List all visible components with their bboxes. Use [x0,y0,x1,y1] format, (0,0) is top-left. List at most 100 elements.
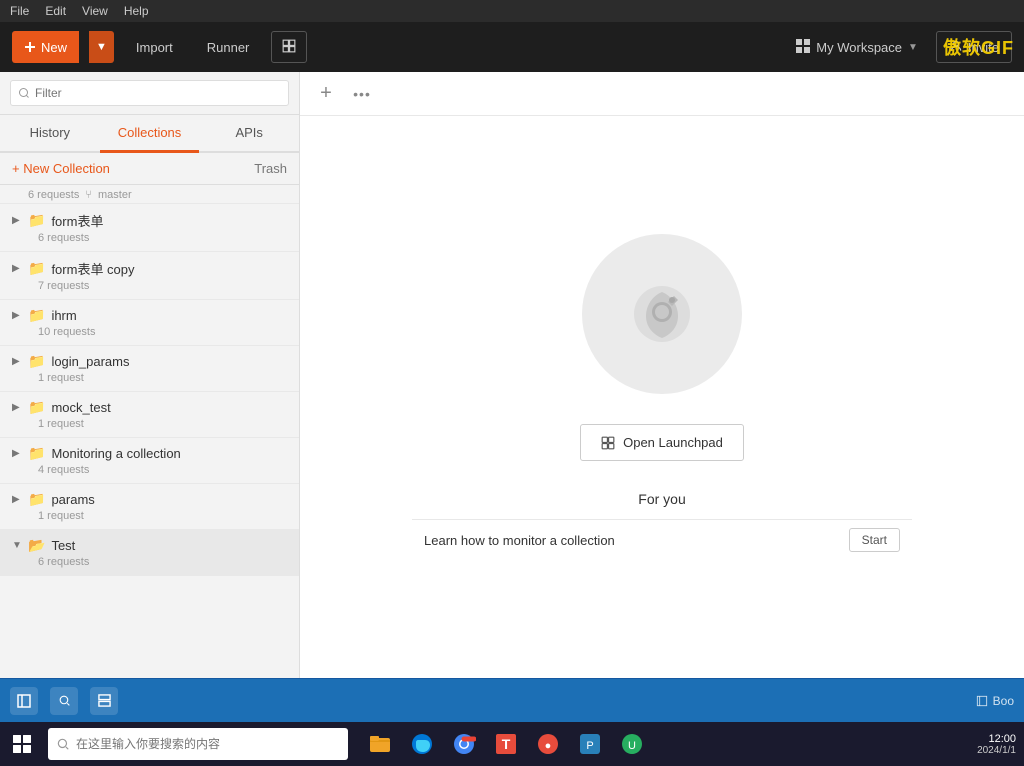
collection-header: ▼ 📂 Test [12,537,287,554]
start-button[interactable]: Start [849,528,900,552]
sidebar-actions: + New Collection Trash [0,153,299,185]
import-button[interactable]: Import [124,31,185,63]
layout-icon[interactable] [90,687,118,715]
svg-text:●: ● [545,740,552,752]
plus-icon [24,41,36,53]
menu-help[interactable]: Help [124,4,149,18]
collection-meta: 6 requests [38,232,287,244]
collection-header: ▶ 📁 form表单 copy [12,259,287,278]
search-toggle-icon[interactable] [50,687,78,715]
arrow-right-icon: ▶ [12,310,22,321]
collection-meta: 6 requests [38,556,287,568]
collection-name: Monitoring a collection [51,446,180,461]
tab-collections[interactable]: Collections [100,115,200,153]
list-item[interactable]: ▶ 📁 login_params 1 request [0,346,299,392]
collection-meta: 1 request [38,372,287,384]
branch-name: master [98,189,132,201]
arrow-right-icon: ▶ [12,402,22,413]
list-item[interactable]: ▶ 📁 Monitoring a collection 4 requests [0,438,299,484]
arrow-right-icon: ▶ [12,263,22,274]
list-item[interactable]: ▼ 📂 Test 6 requests [0,530,299,576]
list-item[interactable]: ▶ 📁 mock_test 1 request [0,392,299,438]
header-right: My Workspace ▼ Invite 傲软GIF [786,31,1012,63]
new-collection-button[interactable]: + New Collection [12,161,110,176]
sidebar-tabs: History Collections APIs [0,115,299,153]
new-button[interactable]: New [12,31,79,63]
menu-view[interactable]: View [82,4,108,18]
collection-name: ihrm [51,308,76,323]
windows-search-icon [56,737,70,751]
folder-icon: 📁 [28,491,45,508]
taskbar-icon-misc1[interactable]: ● [528,722,568,766]
list-item[interactable]: ▶ 📁 form表单 copy 7 requests [0,252,299,300]
open-launchpad-label: Open Launchpad [623,435,723,450]
branch-info-row: 6 requests ⑂ master [0,185,299,204]
taskbar-icons: T ● P U [360,722,652,766]
postman-mascot-icon [622,274,702,354]
workspace-name: My Workspace [816,40,902,55]
for-you-item-text: Learn how to monitor a collection [424,533,615,548]
sidebar-toggle-icon[interactable] [10,687,38,715]
taskbar-icon-edge[interactable] [402,722,442,766]
search-input[interactable] [10,80,289,106]
menu-bar: File Edit View Help [0,0,1024,22]
list-item[interactable]: ▶ 📁 params 1 request [0,484,299,530]
menu-file[interactable]: File [10,4,29,18]
system-tray: 12:00 2024/1/1 [977,733,1024,756]
win-date: 2024/1/1 [977,745,1016,756]
windows-search-input[interactable] [76,737,340,751]
windows-search-box[interactable] [48,728,348,760]
header: New ▼ Import Runner My Workspace ▼ [0,22,1024,72]
sidebar-search-container [0,72,299,115]
collection-meta: 1 request [38,510,287,522]
collection-meta: 10 requests [38,326,287,338]
book-button[interactable]: Boo [975,694,1014,708]
for-you-item: Learn how to monitor a collection Start [412,519,912,560]
windows-logo-icon [12,734,32,754]
for-you-section: For you Learn how to monitor a collectio… [412,491,912,560]
taskbar-icon-explorer[interactable] [360,722,400,766]
magnify-icon [58,694,71,707]
list-item[interactable]: ▶ 📁 ihrm 10 requests [0,300,299,346]
tab-apis[interactable]: APIs [199,115,299,153]
taskbar-icon-chrome[interactable] [444,722,484,766]
for-you-title: For you [412,491,912,507]
brand-logo: 傲软GIF [943,34,1014,60]
taskbar-icon-text[interactable]: T [486,722,526,766]
add-tab-button[interactable]: + [312,80,340,108]
collection-meta: 1 request [38,418,287,430]
sidebar: History Collections APIs + New Collectio… [0,72,300,678]
content-toolbar: + ••• [300,72,1024,116]
open-launchpad-button[interactable]: Open Launchpad [580,424,744,461]
more-options-button[interactable]: ••• [348,80,376,108]
sync-button[interactable] [271,31,307,63]
folder-icon: 📁 [28,307,45,324]
taskbar-icon-misc2[interactable]: P [570,722,610,766]
list-item[interactable]: ▶ 📁 form表单 6 requests [0,204,299,252]
taskbar-icon-misc3[interactable]: U [612,722,652,766]
explorer-icon [368,732,392,756]
workspace-button[interactable]: My Workspace ▼ [786,33,928,62]
requests-count-top: 6 requests [28,189,79,201]
text-icon: T [494,732,518,756]
misc3-icon: U [620,732,644,756]
collection-header: ▶ 📁 Monitoring a collection [12,445,287,462]
win-clock: 12:00 2024/1/1 [977,733,1016,756]
menu-edit[interactable]: Edit [45,4,66,18]
collection-meta: 4 requests [38,464,287,476]
trash-button[interactable]: Trash [254,161,287,176]
new-dropdown-button[interactable]: ▼ [89,31,114,63]
svg-text:P: P [586,740,593,752]
chrome-icon [452,732,476,756]
tab-history[interactable]: History [0,115,100,153]
runner-button[interactable]: Runner [195,31,262,63]
folder-icon: 📁 [28,260,45,277]
workspace-chevron-icon: ▼ [908,42,918,53]
collection-header: ▶ 📁 form表单 [12,211,287,230]
win-taskbar: T ● P U 12:00 2024/1/1 [0,722,1024,766]
collection-list: 6 requests ⑂ master ▶ 📁 form表单 6 request… [0,185,299,678]
folder-icon: 📁 [28,399,45,416]
collection-name: mock_test [51,400,110,415]
windows-start-button[interactable] [0,722,44,766]
folder-icon: 📁 [28,445,45,462]
